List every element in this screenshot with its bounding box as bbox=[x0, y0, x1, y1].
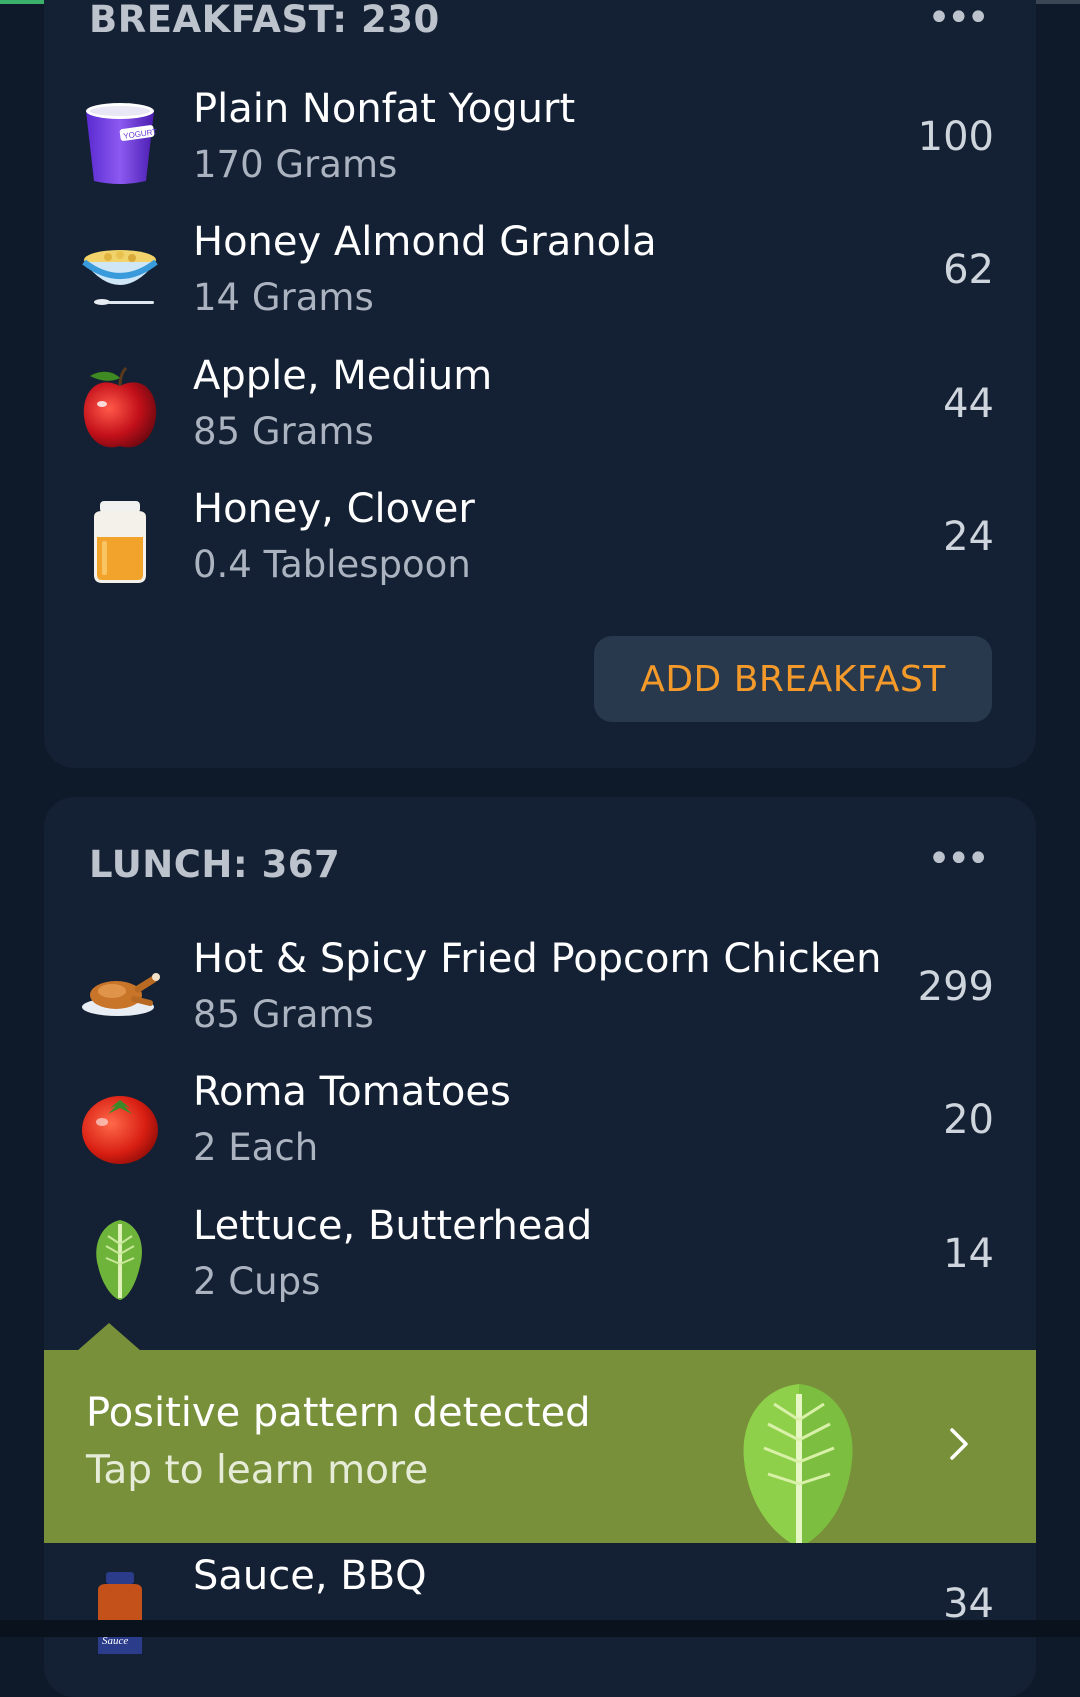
lunch-card: LUNCH: 367 ••• Hot & Spicy Fried Popcorn… bbox=[44, 797, 1036, 1697]
bbq-sauce-icon: Sauce bbox=[98, 1572, 142, 1654]
food-item-apple[interactable]: Apple, Medium 85 Grams 44 bbox=[44, 349, 1036, 479]
insight-banner[interactable]: Positive pattern detected Tap to learn m… bbox=[44, 1350, 1036, 1543]
add-breakfast-button[interactable]: ADD BREAKFAST bbox=[594, 636, 992, 722]
food-name: Honey, Clover bbox=[193, 486, 475, 532]
food-name: Plain Nonfat Yogurt bbox=[193, 86, 576, 132]
food-portion: 170 Grams bbox=[193, 143, 398, 186]
tomato-icon bbox=[82, 1096, 158, 1164]
food-item-yogurt[interactable]: YOGURT Plain Nonfat Yogurt 170 Grams 100 bbox=[44, 82, 1036, 212]
apple-icon bbox=[83, 366, 157, 448]
food-portion: 85 Grams bbox=[193, 993, 374, 1036]
food-item-granola[interactable]: Honey Almond Granola 14 Grams 62 bbox=[44, 215, 1036, 345]
granola-bowl-icon bbox=[82, 250, 158, 305]
food-calories: 100 bbox=[917, 114, 994, 160]
lunch-more-button[interactable]: ••• bbox=[927, 839, 990, 879]
food-calories: 44 bbox=[943, 381, 994, 427]
lettuce-icon bbox=[743, 1384, 853, 1543]
insight-title: Positive pattern detected bbox=[86, 1390, 591, 1436]
food-name: Roma Tomatoes bbox=[193, 1069, 511, 1115]
food-name: Sauce, BBQ bbox=[193, 1553, 427, 1599]
lunch-title: LUNCH: 367 bbox=[89, 843, 341, 886]
food-portion: 2 Cups bbox=[193, 1260, 321, 1303]
yogurt-icon: YOGURT bbox=[86, 103, 158, 184]
food-portion: 14 Grams bbox=[193, 276, 374, 319]
food-item-lettuce[interactable]: Lettuce, Butterhead 2 Cups 14 bbox=[44, 1199, 1036, 1329]
chicken-icon bbox=[82, 973, 160, 1016]
food-calories: 299 bbox=[917, 964, 994, 1010]
food-calories: 14 bbox=[943, 1231, 994, 1277]
chevron-right-icon[interactable] bbox=[944, 1422, 974, 1466]
honey-jar-icon bbox=[94, 501, 146, 583]
food-item-tomato[interactable]: Roma Tomatoes 2 Each 20 bbox=[44, 1065, 1036, 1195]
food-calories: 24 bbox=[943, 514, 994, 560]
lettuce-icon bbox=[96, 1220, 142, 1300]
food-name: Honey Almond Granola bbox=[193, 219, 657, 265]
food-calories: 20 bbox=[943, 1097, 994, 1143]
food-name: Lettuce, Butterhead bbox=[193, 1203, 593, 1249]
food-name: Hot & Spicy Fried Popcorn Chicken bbox=[193, 936, 882, 982]
food-portion: 85 Grams bbox=[193, 410, 374, 453]
food-portion: 0.4 Tablespoon bbox=[193, 543, 471, 586]
food-calories: 62 bbox=[943, 247, 994, 293]
food-item-honey[interactable]: Honey, Clover 0.4 Tablespoon 24 bbox=[44, 482, 1036, 612]
food-item-chicken[interactable]: Hot & Spicy Fried Popcorn Chicken 85 Gra… bbox=[44, 932, 1036, 1062]
food-name: Apple, Medium bbox=[193, 353, 493, 399]
breakfast-more-button[interactable]: ••• bbox=[927, 0, 990, 38]
food-portion: 2 Each bbox=[193, 1126, 319, 1169]
insight-subtitle: Tap to learn more bbox=[86, 1448, 429, 1493]
breakfast-card: BREAKFAST: 230 ••• YOGURT Plain Nonfat Y… bbox=[44, 0, 1036, 768]
bottom-edge bbox=[0, 1620, 1080, 1637]
food-item-bbq-sauce[interactable]: Sauce Sauce, BBQ 34 bbox=[44, 1549, 1036, 1679]
breakfast-title: BREAKFAST: 230 bbox=[89, 0, 440, 41]
insight-pointer bbox=[77, 1323, 141, 1351]
